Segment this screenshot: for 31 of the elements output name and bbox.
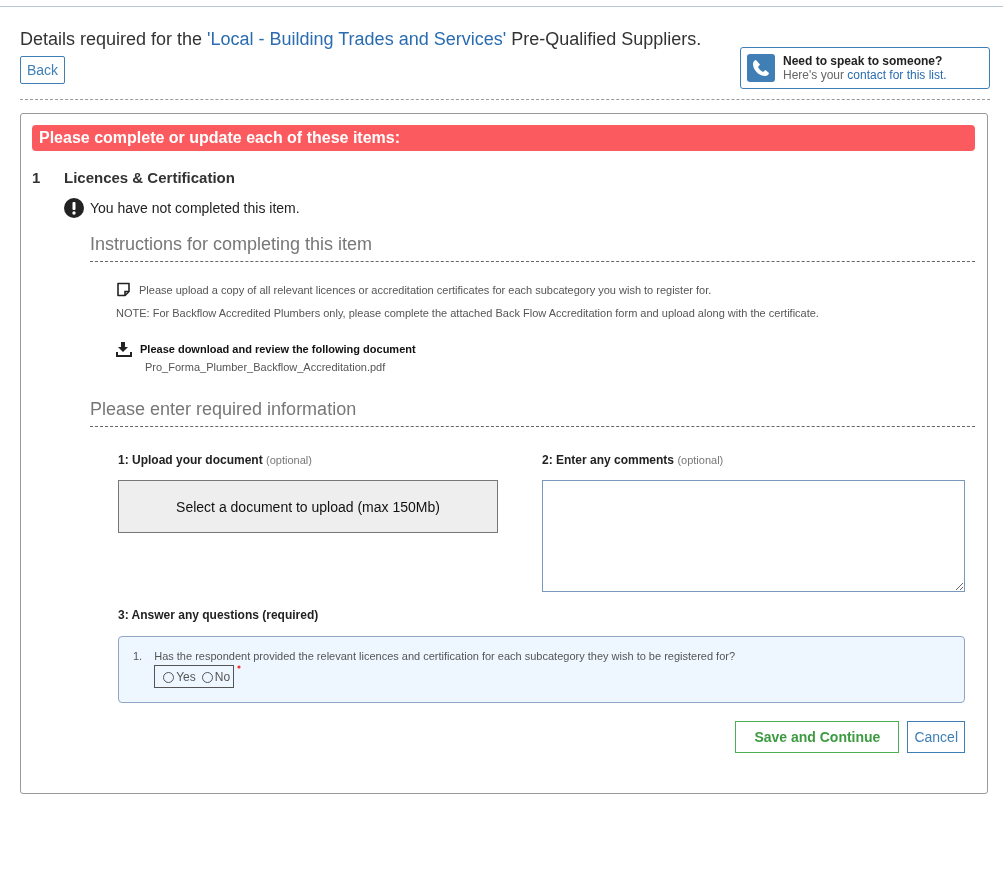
note-text: NOTE: For Backflow Accredited Plumbers only, please complete the attached Back Flow Accreditation form and upload along with the certificate. [116,307,820,319]
question-number: 1. [133,650,143,664]
download-heading: Please download and review the following document [140,343,416,355]
list-link[interactable]: 'Local - Building Trades and Services' [207,29,507,49]
status-text: You have not completed this item. [90,200,300,216]
radio-option[interactable]: Yes [163,670,196,684]
document-link[interactable]: Pro_Forma_Plumber_Backflow_Accreditation.pdf [145,361,386,373]
contact-heading: Need to speak to someone? [783,54,944,68]
back-button[interactable]: Back [20,56,66,84]
section-heading: Instructions for completing this item [90,234,975,262]
field-label: 3: Answer any questions (required) [118,608,320,622]
field-label: 2: Enter any comments (optional) [542,453,725,467]
field-label: 1: Upload your document (optional) [118,453,313,467]
exclamation-icon [64,198,84,218]
save-button[interactable]: Save and Continue [735,721,900,753]
item-title: Licences & Certification [64,169,235,186]
comments-field[interactable] [542,480,965,592]
page-title: Details required for the 'Local - Building Trades and Services' Pre-Qualified Suppliers. [20,29,703,50]
section-heading: Please enter required information [90,399,975,427]
item-number: 1 [32,169,42,186]
note-icon [116,282,131,297]
phone-icon [747,54,775,82]
instruction-text: Please upload a copy of all relevant licences or accreditation certificates for each subcategory you wish to register for. [139,283,712,296]
error-banner: Please complete or update each of these items: [32,125,975,151]
question-text: Has the respondent provided the relevant licences and certification for each subcategory they wish to be registered for? [154,650,736,662]
download-icon [116,341,132,357]
upload-button[interactable]: Select a document to upload (max 150Mb) [118,480,498,533]
cancel-button[interactable]: Cancel [907,721,965,753]
contact-text: Here's your contact for this list. [783,68,947,82]
contact-link[interactable]: contact for this list. [847,68,947,82]
radio-option[interactable]: No [201,670,231,684]
